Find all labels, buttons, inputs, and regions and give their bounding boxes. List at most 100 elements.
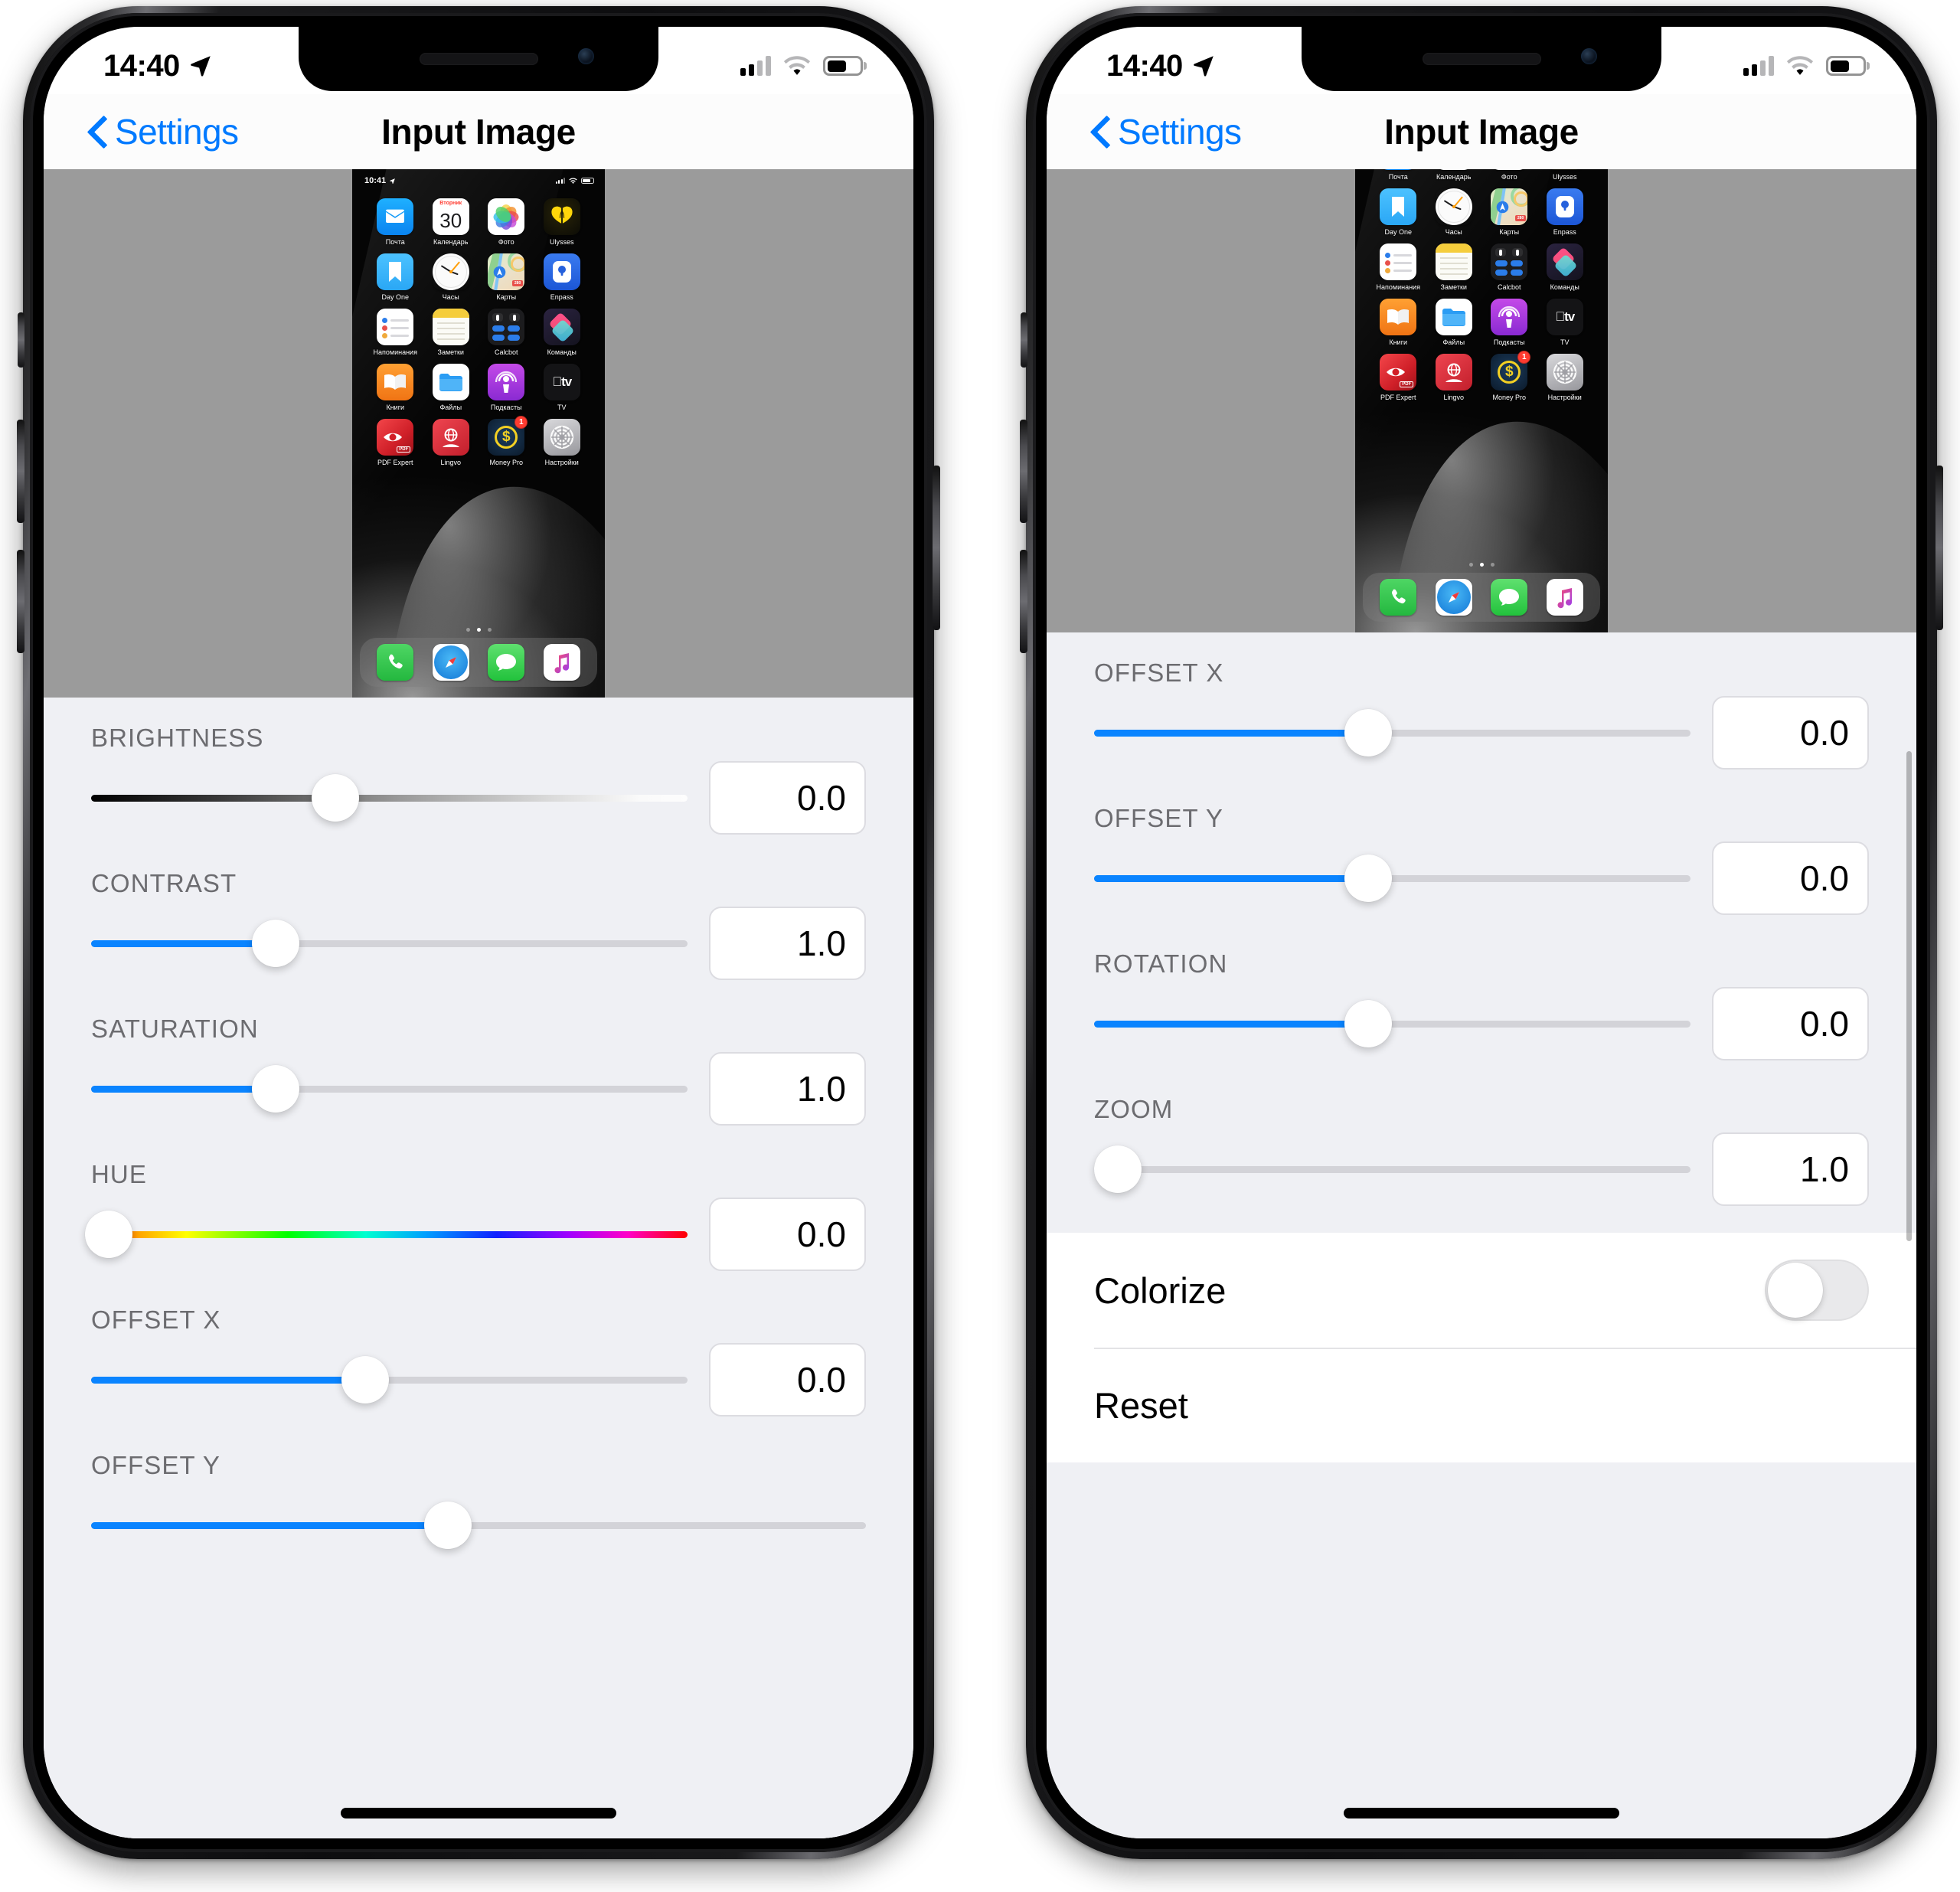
volume-up-button[interactable] bbox=[1020, 420, 1027, 523]
preview-location-arrow-icon bbox=[390, 178, 396, 184]
app-icon-books: Книги bbox=[1370, 299, 1426, 346]
app-icon-wrapper bbox=[432, 419, 469, 456]
slider-value-input[interactable]: 0.0 bbox=[1712, 841, 1869, 915]
slider-offset-x[interactable] bbox=[91, 1353, 688, 1407]
app-icon-wrapper bbox=[1546, 354, 1583, 390]
back-to-settings-button[interactable]: Settings bbox=[1093, 111, 1242, 152]
podcasts-icon bbox=[1491, 299, 1528, 335]
power-button[interactable] bbox=[933, 466, 940, 630]
slider-control-group: 0.0 bbox=[91, 1335, 866, 1425]
slider-thumb[interactable] bbox=[252, 920, 300, 967]
calculator-icon bbox=[488, 309, 525, 345]
slider-brightness[interactable] bbox=[91, 771, 688, 825]
list-row-colorize[interactable]: Colorize bbox=[1047, 1233, 1916, 1348]
slider-value-input[interactable]: 0.0 bbox=[709, 1198, 866, 1271]
notes-icon bbox=[1435, 243, 1472, 280]
silent-switch[interactable] bbox=[1021, 312, 1027, 368]
app-label: Заметки bbox=[1440, 283, 1467, 291]
list-row-label: Reset bbox=[1094, 1384, 1188, 1426]
app-icon-files: Файлы bbox=[1426, 299, 1482, 346]
slider-control-group: 1.0 bbox=[91, 898, 866, 988]
messages-icon bbox=[488, 644, 525, 681]
slider-offset-y[interactable] bbox=[91, 1498, 866, 1552]
calendar-icon: Вторник 30 bbox=[432, 198, 469, 235]
app-icon-wrapper: PDF bbox=[377, 419, 414, 456]
slider-thumb[interactable] bbox=[312, 774, 360, 822]
slider-row-rotation: ROTATION 0.0 bbox=[1047, 923, 1916, 1069]
volume-down-button[interactable] bbox=[1020, 550, 1027, 653]
slider-thumb[interactable] bbox=[252, 1065, 300, 1113]
slider-zoom[interactable] bbox=[1094, 1142, 1690, 1196]
volume-down-button[interactable] bbox=[17, 550, 24, 653]
slider-thumb[interactable] bbox=[423, 1502, 472, 1549]
slider-hue[interactable] bbox=[85, 1207, 688, 1261]
app-label: TV bbox=[557, 404, 567, 411]
settings-gear-icon bbox=[1546, 354, 1583, 390]
settings-scroll-view[interactable]: 10:41 bbox=[44, 169, 913, 1838]
slider-offset-y[interactable] bbox=[1094, 851, 1690, 905]
input-image-preview[interactable]: 10:41 bbox=[352, 169, 605, 698]
slider-value-input[interactable]: 1.0 bbox=[709, 1052, 866, 1126]
slider-value-input[interactable]: 0.0 bbox=[709, 761, 866, 835]
slider-saturation[interactable] bbox=[91, 1062, 688, 1116]
reminders-icon bbox=[1380, 243, 1417, 280]
slider-label: OFFSET X bbox=[1094, 658, 1224, 687]
settings-scroll-view[interactable]: 10:41 bbox=[1047, 169, 1916, 1838]
image-preview-area[interactable]: 10:41 bbox=[44, 169, 913, 698]
app-label: Книги bbox=[386, 404, 405, 411]
slider-control-group: 0.0 bbox=[1094, 833, 1869, 923]
app-icon-reminders: Напоминания bbox=[1370, 243, 1426, 291]
slider-contrast[interactable] bbox=[91, 917, 688, 970]
slider-value-input[interactable]: 0.0 bbox=[1712, 696, 1869, 770]
slider-label: OFFSET Y bbox=[1094, 804, 1223, 832]
power-button[interactable] bbox=[1936, 466, 1943, 630]
slider-control-group: 0.0 bbox=[1094, 688, 1869, 778]
slider-rotation[interactable] bbox=[1094, 997, 1690, 1051]
app-label: Файлы bbox=[439, 404, 462, 411]
image-preview-area[interactable]: 10:41 bbox=[1047, 169, 1916, 632]
volume-up-button[interactable] bbox=[17, 420, 24, 523]
location-arrow-icon bbox=[190, 56, 211, 77]
slider-offset-x[interactable] bbox=[1094, 706, 1690, 760]
slider-thumb[interactable] bbox=[1094, 1145, 1142, 1193]
app-label: Напоминания bbox=[1376, 283, 1420, 291]
battery-icon bbox=[1826, 56, 1866, 76]
slider-value-input[interactable]: 1.0 bbox=[1712, 1132, 1869, 1206]
slider-fill bbox=[1094, 874, 1369, 882]
butterfly-icon bbox=[543, 198, 580, 235]
navigation-bar: Settings Input Image bbox=[44, 94, 913, 169]
silent-switch[interactable] bbox=[18, 312, 24, 368]
options-list: Colorize Reset bbox=[1047, 1233, 1916, 1462]
slider-thumb[interactable] bbox=[1344, 855, 1393, 902]
slider-value-input[interactable]: 0.0 bbox=[1712, 987, 1869, 1060]
status-bar-time-group: 14:40 bbox=[1106, 49, 1217, 83]
page-dot bbox=[1468, 563, 1473, 567]
wifi-icon bbox=[1786, 55, 1814, 75]
app-icon-shortcuts: Команды bbox=[534, 309, 590, 356]
app-icon-wrapper bbox=[1435, 188, 1472, 225]
app-icon-wrapper bbox=[1435, 354, 1472, 390]
slider-thumb[interactable] bbox=[85, 1211, 133, 1258]
slider-thumb[interactable] bbox=[1344, 1000, 1393, 1047]
pdf-icon: PDF bbox=[377, 419, 414, 456]
list-row-reset[interactable]: Reset bbox=[1047, 1348, 1916, 1462]
notification-badge: 1 bbox=[514, 416, 528, 429]
app-icon-wrapper: tv bbox=[543, 364, 580, 400]
slider-thumb[interactable] bbox=[341, 1356, 390, 1403]
home-indicator[interactable] bbox=[1344, 1808, 1619, 1818]
status-bar-time-group: 14:40 bbox=[103, 49, 214, 83]
slider-fill bbox=[1094, 729, 1369, 737]
app-icon-calculator: Calcbot bbox=[1481, 243, 1537, 291]
back-to-settings-button[interactable]: Settings bbox=[90, 111, 239, 152]
slider-value-input[interactable]: 0.0 bbox=[709, 1343, 866, 1417]
app-icon-wrapper bbox=[1435, 299, 1472, 335]
home-indicator[interactable] bbox=[341, 1808, 616, 1818]
colorize-toggle[interactable] bbox=[1765, 1260, 1869, 1321]
slider-thumb[interactable] bbox=[1344, 709, 1393, 756]
lock-icon bbox=[543, 253, 580, 290]
input-image-preview[interactable]: 10:41 bbox=[1355, 169, 1608, 632]
status-bar-indicators bbox=[740, 55, 866, 77]
slider-value-input[interactable]: 1.0 bbox=[709, 907, 866, 980]
mail-icon bbox=[377, 198, 414, 235]
vertical-scrollbar[interactable] bbox=[1906, 751, 1912, 1241]
